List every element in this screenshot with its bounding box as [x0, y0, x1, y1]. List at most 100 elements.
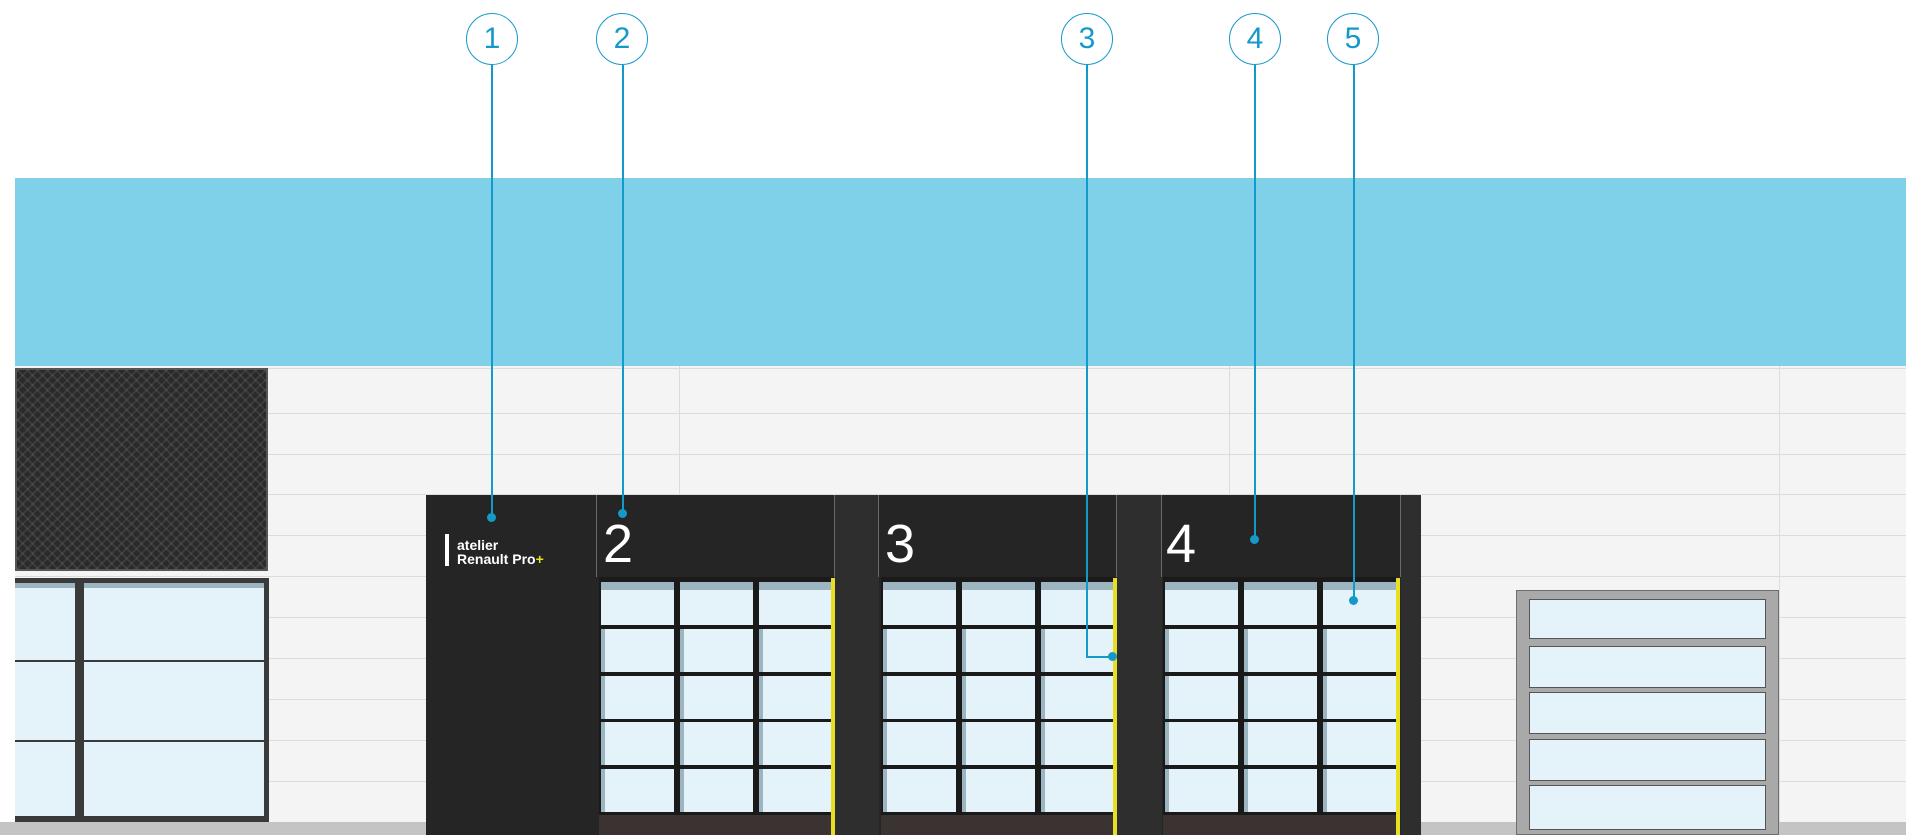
door-glass-cell	[1244, 722, 1317, 765]
door-glass-cell	[962, 769, 1035, 812]
door-glass-shade	[1244, 629, 1248, 672]
panel-divider	[1400, 495, 1401, 577]
panel-divider	[878, 495, 879, 577]
door-glass-shade	[1323, 769, 1327, 812]
bay-number-2: 2	[603, 514, 634, 574]
door-glass-shade	[962, 769, 966, 812]
door-glass-shade	[759, 769, 763, 812]
door-glass-cell	[601, 676, 674, 719]
door-glass-shade	[601, 582, 674, 590]
cladding-joint	[679, 366, 680, 496]
cladding-joint	[1779, 366, 1780, 822]
door-glass-shade	[601, 722, 605, 765]
callout-2-anchor	[618, 509, 627, 518]
door-bottom-panel	[599, 815, 833, 835]
door-glass-shade	[1165, 629, 1169, 672]
canopy-band	[15, 178, 1906, 366]
door-glass-shade	[883, 582, 956, 590]
door-glass-cell	[759, 629, 832, 672]
door-glass-shade	[680, 629, 684, 672]
door-glass-cell	[680, 769, 753, 812]
door-glass-shade	[601, 676, 605, 719]
cladding-joint	[1229, 366, 1230, 496]
door-glass-cell	[1041, 629, 1114, 672]
door-glass-cell	[601, 769, 674, 812]
door-glass-shade	[680, 582, 753, 590]
callout-5-leader	[1353, 65, 1355, 600]
glass-pane	[84, 583, 264, 660]
door-section	[1529, 599, 1766, 639]
door-glass-cell	[883, 722, 956, 765]
door-glass-shade	[962, 629, 966, 672]
pier	[835, 495, 879, 835]
door-glass-shade	[1165, 722, 1169, 765]
door-glass-cell	[1323, 629, 1396, 672]
door-glass-cell	[680, 676, 753, 719]
door-glass-shade	[962, 676, 966, 719]
glazed-sectional-door	[1516, 590, 1779, 835]
door-glass-cell	[1244, 676, 1317, 719]
door-glass-cell	[1244, 629, 1317, 672]
door-rail	[1113, 578, 1117, 835]
door-glass-shade	[759, 629, 763, 672]
door-glass-shade	[1041, 629, 1045, 672]
logo-plus-sign: +	[535, 551, 544, 567]
door-glass-cell	[601, 629, 674, 672]
door-glass-cell	[1041, 722, 1114, 765]
door-glass-cell	[1165, 676, 1238, 719]
door-glass-cell	[962, 722, 1035, 765]
door-glass-shade	[883, 769, 887, 812]
callout-2-leader	[622, 65, 624, 513]
door-rail	[831, 578, 835, 835]
door-glass-shade	[1244, 676, 1248, 719]
door-glass-cell	[883, 629, 956, 672]
door-glass-shade	[883, 722, 887, 765]
door-glass-shade	[1244, 722, 1248, 765]
panel-divider	[596, 495, 597, 577]
bay-number-4: 4	[1166, 514, 1197, 574]
door-section	[1529, 692, 1766, 734]
door-glass-shade	[1165, 769, 1169, 812]
door-glass-shade	[1244, 769, 1248, 812]
door-glass-shade	[1041, 582, 1114, 590]
door-glass-shade	[680, 722, 684, 765]
door-glass-shade	[1323, 676, 1327, 719]
door-glass-shade	[1323, 722, 1327, 765]
pier	[1117, 495, 1162, 835]
door-glass-shade	[601, 629, 605, 672]
door-glass-shade	[1323, 629, 1327, 672]
door-glass-cell	[601, 722, 674, 765]
door-section	[1529, 785, 1766, 830]
door-glass-cell	[680, 722, 753, 765]
callout-1-anchor	[487, 513, 496, 522]
door-glass-shade	[680, 769, 684, 812]
door-glass-shade	[883, 676, 887, 719]
door-glass-shade	[759, 676, 763, 719]
door-glass-shade	[962, 722, 966, 765]
door-glass-shade	[962, 582, 1035, 590]
callout-3-anchor	[1108, 652, 1117, 661]
door-glass-shade	[1041, 769, 1045, 812]
glass-pane-shade	[84, 583, 264, 588]
bay-number-3: 3	[885, 514, 916, 574]
door-glass-shade	[1244, 582, 1317, 590]
door-glass-cell	[1244, 769, 1317, 812]
door-glass-cell	[1165, 629, 1238, 672]
door-section	[1529, 646, 1766, 688]
callout-1: 1	[466, 13, 518, 65]
door-glass-cell	[759, 722, 832, 765]
door-glass-cell	[1165, 769, 1238, 812]
door-rail	[1396, 578, 1400, 835]
cladding-line	[15, 368, 1906, 369]
callout-4-leader	[1254, 65, 1256, 539]
callout-5-anchor	[1349, 596, 1358, 605]
callout-3-leader	[1086, 65, 1088, 657]
door-glass-shade	[759, 582, 832, 590]
door-glass-cell	[759, 769, 832, 812]
door-glass-cell	[759, 676, 832, 719]
panel-divider	[1161, 495, 1162, 577]
ventilation-grille	[15, 368, 268, 571]
door-glass-cell	[1041, 676, 1114, 719]
callout-4-anchor	[1250, 535, 1259, 544]
glass-pane	[84, 742, 264, 816]
